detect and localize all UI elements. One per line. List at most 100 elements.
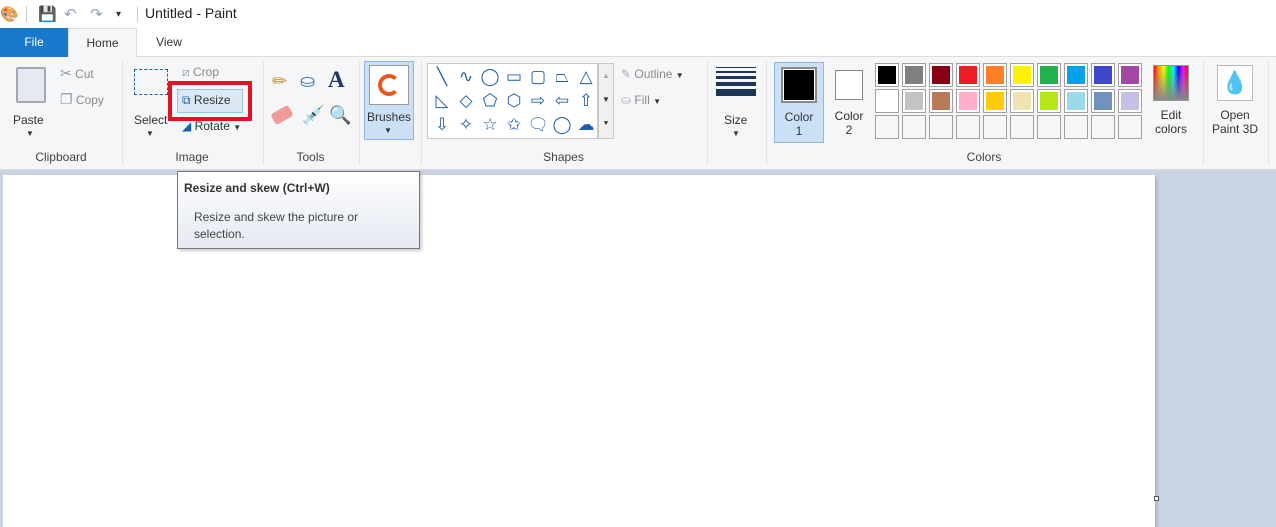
palette-swatch[interactable] — [875, 89, 899, 113]
palette-swatch[interactable] — [875, 63, 899, 87]
tab-home[interactable]: Home — [68, 28, 137, 58]
palette-swatch[interactable] — [1010, 63, 1034, 87]
shape-item[interactable]: ◇ — [454, 89, 478, 113]
palette-swatch[interactable] — [1010, 89, 1034, 113]
shapes-scrollbar[interactable]: ▲ ▼ ⯆ — [598, 63, 614, 139]
shape-item[interactable]: ✧ — [454, 113, 478, 137]
palette-swatch[interactable] — [1118, 63, 1142, 87]
scroll-down-icon[interactable]: ▼ — [599, 88, 613, 112]
shape-item[interactable]: ✩ — [502, 113, 526, 137]
divider — [359, 61, 360, 165]
palette-swatch[interactable] — [1064, 115, 1088, 139]
palette-swatch[interactable] — [902, 89, 926, 113]
palette-swatch[interactable] — [983, 89, 1007, 113]
palette-swatch[interactable] — [1118, 115, 1142, 139]
select-label: Select — [134, 113, 168, 127]
shape-item[interactable]: ⏢ — [550, 65, 574, 89]
palette-swatch[interactable] — [1091, 115, 1115, 139]
undo-icon[interactable]: ↶ — [64, 5, 77, 23]
copy-button[interactable]: ❐ Copy — [60, 91, 104, 108]
palette-swatch[interactable] — [1091, 89, 1115, 113]
swatch-color — [986, 118, 1004, 136]
palette-swatch[interactable] — [902, 115, 926, 139]
palette-swatch[interactable] — [956, 115, 980, 139]
shape-item[interactable]: ⬠ — [478, 89, 502, 113]
outline-button[interactable]: ✎ Outline ▼ — [621, 67, 684, 81]
crop-button[interactable]: ⧄ Crop — [182, 65, 219, 80]
drawing-canvas[interactable] — [3, 175, 1155, 527]
palette-swatch[interactable] — [983, 115, 1007, 139]
palette-swatch[interactable] — [956, 63, 980, 87]
select-button[interactable]: Select ▼ — [130, 61, 172, 141]
palette-swatch[interactable] — [1037, 89, 1061, 113]
copy-label: Copy — [75, 93, 104, 107]
edit-colors-button[interactable]: Edit colors — [1148, 62, 1194, 143]
tab-view[interactable]: View — [137, 28, 201, 57]
shape-item[interactable]: ◺ — [430, 89, 454, 113]
title-bar: 🎨 💾 ↶ ↷ ▾ Untitled - Paint — [0, 0, 1276, 28]
shape-item[interactable]: ☁ — [574, 113, 598, 137]
shape-item[interactable]: ⬡ — [502, 89, 526, 113]
fill-button[interactable]: ⛀ Fill ▼ — [621, 93, 661, 107]
palette-swatch[interactable] — [929, 63, 953, 87]
palette-swatch[interactable] — [1064, 63, 1088, 87]
shape-item[interactable]: ⇩ — [430, 113, 454, 137]
group-label-clipboard: Clipboard — [35, 150, 87, 164]
shape-item[interactable]: ◯ — [478, 65, 502, 89]
tooltip-title: Resize and skew (Ctrl+W) — [184, 181, 330, 195]
swatch-color — [1040, 66, 1058, 84]
palette-swatch[interactable] — [983, 63, 1007, 87]
palette-swatch[interactable] — [1010, 115, 1034, 139]
swatch-color — [1013, 118, 1031, 136]
brushes-button[interactable]: Brushes ▼ — [364, 61, 414, 140]
eraser-icon[interactable] — [270, 104, 294, 126]
fill-bucket-icon[interactable]: ⛀ — [300, 71, 315, 92]
resize-button[interactable]: ⧉ Resize — [177, 89, 243, 113]
shape-item[interactable]: ⇨ — [526, 89, 550, 113]
color1-button[interactable]: Color 1 — [774, 62, 824, 143]
open-paint3d-button[interactable]: 💧 Open Paint 3D — [1208, 62, 1262, 143]
palette-swatch[interactable] — [902, 63, 926, 87]
palette-swatch[interactable] — [1037, 115, 1061, 139]
save-icon[interactable]: 💾 — [38, 5, 57, 23]
shape-item[interactable]: △ — [574, 65, 598, 89]
shape-item[interactable]: ☆ — [478, 113, 502, 137]
palette-swatch[interactable] — [1118, 89, 1142, 113]
shape-item[interactable]: ╲ — [430, 65, 454, 89]
shape-item[interactable]: ▢ — [526, 65, 550, 89]
paint-app-icon[interactable]: 🎨 — [0, 5, 19, 23]
clipboard-icon — [16, 67, 46, 103]
chevron-down-icon: ▼ — [675, 71, 684, 80]
redo-icon[interactable]: ↷ — [90, 5, 103, 23]
shape-item[interactable]: ∿ — [454, 65, 478, 89]
swatch-color — [986, 92, 1004, 110]
tab-file[interactable]: File — [0, 28, 68, 57]
shape-item[interactable]: ▭ — [502, 65, 526, 89]
shape-item[interactable]: ◯ — [550, 113, 574, 137]
palette-swatch[interactable] — [929, 115, 953, 139]
shape-item[interactable]: ⇧ — [574, 89, 598, 113]
palette-swatch[interactable] — [1037, 63, 1061, 87]
shape-item[interactable]: ⇦ — [550, 89, 574, 113]
palette-swatch[interactable] — [956, 89, 980, 113]
paste-button[interactable]: Paste ▼ — [8, 61, 53, 141]
size-button[interactable]: Size ▼ — [714, 61, 758, 141]
swatch-color — [1067, 118, 1085, 136]
palette-swatch[interactable] — [875, 115, 899, 139]
shape-item[interactable]: 🗨 — [526, 113, 550, 137]
canvas-resize-handle[interactable] — [1154, 496, 1159, 501]
color2-button[interactable]: Color 2 — [826, 62, 872, 143]
pencil-icon[interactable]: ✏ — [272, 71, 287, 92]
palette-swatch[interactable] — [1091, 63, 1115, 87]
rotate-button[interactable]: ◢ Rotate ▼ — [182, 119, 241, 133]
palette-swatch[interactable] — [1064, 89, 1088, 113]
text-tool-icon[interactable]: A — [328, 67, 345, 93]
cut-button[interactable]: ✂ Cut — [60, 65, 94, 82]
color-picker-icon[interactable]: 💉 — [302, 105, 324, 126]
scroll-up-icon[interactable]: ▲ — [599, 64, 613, 88]
expand-gallery-icon[interactable]: ⯆ — [599, 112, 613, 136]
magnifier-icon[interactable]: 🔍 — [329, 105, 351, 126]
palette-swatch[interactable] — [929, 89, 953, 113]
customize-toolbar-icon[interactable]: ▾ — [116, 9, 121, 20]
chevron-down-icon: ▼ — [653, 97, 661, 106]
